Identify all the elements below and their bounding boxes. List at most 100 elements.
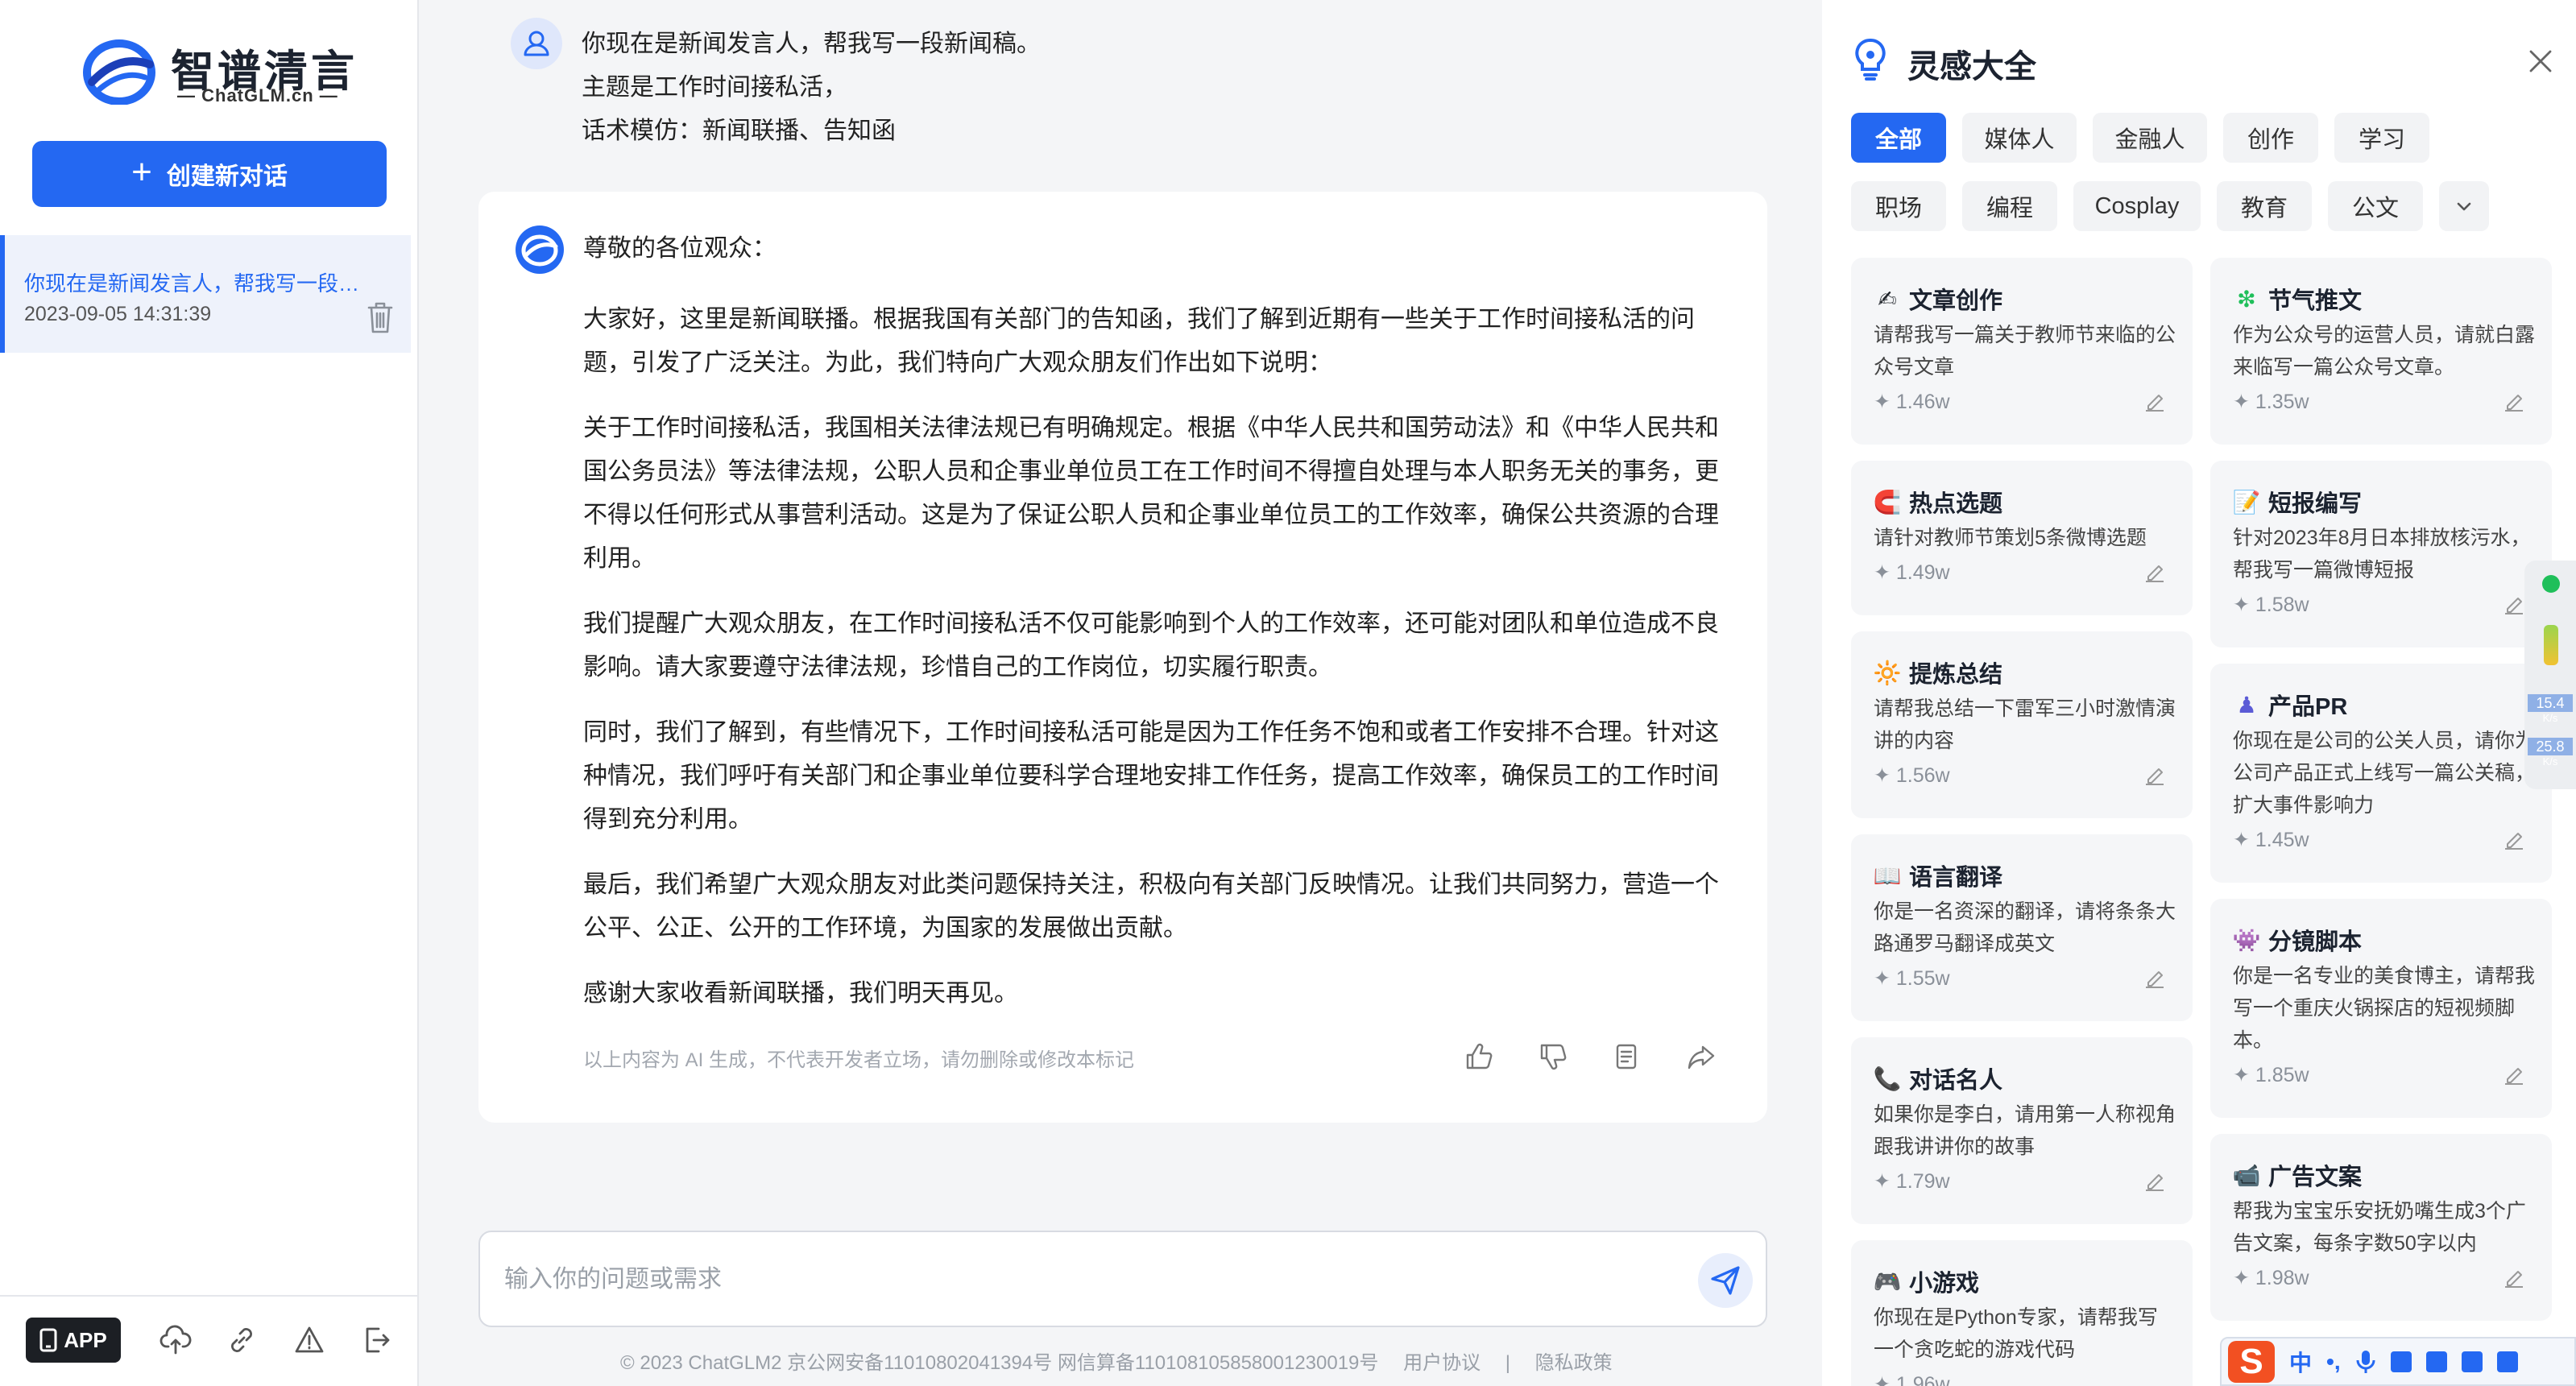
- category-chip-finance[interactable]: 金融人: [2093, 113, 2207, 163]
- card-title: 短报编写: [2268, 491, 2363, 517]
- footer-separator: |: [1505, 1352, 1510, 1374]
- edit-icon[interactable]: [2141, 1168, 2168, 1195]
- answer-text: 尊敬的各位观众： 大家好，这里是新闻联播。根据我国有关部门的告知函，我们了解到近…: [583, 227, 1740, 1037]
- edit-icon[interactable]: [2500, 388, 2528, 416]
- card-title: 热点选题: [1909, 491, 2003, 517]
- close-icon[interactable]: [2524, 45, 2557, 77]
- ai-disclaimer: 以上内容为 AI 生成，不代表开发者立场，请勿删除或修改本标记: [583, 1049, 1135, 1071]
- card-usage-count: ✦ 1.85w: [2233, 1064, 2309, 1086]
- category-chip-official[interactable]: 公文: [2328, 181, 2423, 231]
- prompt-card[interactable]: 📖 语言翻译 你是一名资深的翻译，请将条条大路通罗马翻译成英文 ✦ 1.55w: [1851, 834, 2193, 1021]
- prompt-card[interactable]: 📝 短报编写 针对2023年8月日本排放核污水，帮我写一篇微博短报 ✦ 1.58w: [2210, 461, 2552, 647]
- card-usage-count: ✦ 1.45w: [2233, 829, 2309, 851]
- ime-language[interactable]: 中: [2289, 1346, 2312, 1378]
- new-chat-button[interactable]: + 创建新对话: [32, 141, 387, 207]
- card-title: 广告文案: [2268, 1165, 2363, 1190]
- terms-link[interactable]: 用户协议: [1403, 1352, 1481, 1374]
- edit-icon[interactable]: [2500, 826, 2528, 854]
- conversation-item[interactable]: 你现在是新闻发言人，帮我写一段新闻... 2023-09-05 14:31:39: [0, 235, 411, 353]
- user-avatar: [511, 18, 562, 69]
- send-button[interactable]: [1698, 1253, 1753, 1308]
- link-icon[interactable]: [226, 1324, 258, 1356]
- category-chip-cosplay[interactable]: Cosplay: [2073, 181, 2201, 231]
- edit-icon[interactable]: [2500, 1061, 2528, 1089]
- logo: 智谱清言 — ChatGLM.cn —: [81, 32, 354, 110]
- card-description: 如果你是李白，请用第一人称视角跟我讲讲你的故事: [1874, 1103, 2176, 1158]
- footer-copyright: © 2023 ChatGLM2 京公网安备11010802041394号 网信算…: [620, 1352, 1379, 1374]
- user-message: 你现在是新闻发言人，帮我写一段新闻稿。 主题是工作时间接私活， 话术模仿：新闻联…: [582, 23, 1041, 153]
- assistant-answer-card: 尊敬的各位观众： 大家好，这里是新闻联播。根据我国有关部门的告知函，我们了解到近…: [478, 192, 1767, 1123]
- edit-icon[interactable]: [2500, 591, 2528, 619]
- prompt-card[interactable]: 🔆 提炼总结 请帮我总结一下雷军三小时激情演讲的内容 ✦ 1.56w: [1851, 631, 2193, 818]
- trash-icon[interactable]: [364, 300, 396, 335]
- edit-icon[interactable]: [2141, 388, 2168, 416]
- card-description: 你现在是公司的公关人员，请你为公司产品正式上线写一篇公关稿，扩大事件影响力: [2233, 730, 2536, 817]
- network-speed-widget[interactable]: 15.4 K/s 25.8 K/s: [2524, 561, 2576, 789]
- prompt-card[interactable]: 🎮 小游戏 你现在是Python专家，请帮我写一个贪吃蛇的游戏代码 ✦ 1.96w: [1851, 1240, 2193, 1386]
- copy-icon[interactable]: [1611, 1041, 1643, 1073]
- answer-paragraph: 感谢大家收看新闻联播，我们明天再见。: [583, 980, 1018, 1007]
- share-icon[interactable]: [1685, 1041, 1717, 1073]
- chat-area: 你现在是新闻发言人，帮我写一段新闻稿。 主题是工作时间接私活， 话术模仿：新闻联…: [420, 0, 1822, 1386]
- cloud-upload-icon[interactable]: [159, 1324, 192, 1356]
- privacy-link[interactable]: 隐私政策: [1535, 1352, 1613, 1374]
- warning-icon[interactable]: [293, 1324, 325, 1356]
- speed-bar: [2544, 625, 2558, 665]
- card-usage-count: ✦ 1.46w: [1874, 391, 1950, 413]
- edit-icon[interactable]: [2141, 762, 2168, 789]
- category-chip-all[interactable]: 全部: [1851, 113, 1946, 163]
- card-usage-count: ✦ 1.79w: [1874, 1170, 1950, 1193]
- category-chip-education[interactable]: 教育: [2217, 181, 2312, 231]
- chatglm-logo-icon: [516, 225, 564, 274]
- logout-icon[interactable]: [361, 1324, 393, 1356]
- punctuation-icon[interactable]: •,: [2326, 1349, 2341, 1375]
- category-chip-creation[interactable]: 创作: [2223, 113, 2318, 163]
- microphone-icon[interactable]: [2355, 1349, 2376, 1375]
- category-chip-workplace[interactable]: 职场: [1851, 181, 1946, 231]
- edit-icon[interactable]: [2500, 1264, 2528, 1292]
- prompt-card[interactable]: 👾 分镜脚本 你是一名专业的美食博主，请帮我写一个重庆火锅探店的短视频脚本。 ✦ …: [2210, 899, 2552, 1118]
- category-chip-media[interactable]: 媒体人: [1962, 113, 2077, 163]
- more-categories-button[interactable]: [2439, 181, 2489, 231]
- answer-paragraph: 同时，我们了解到，有些情况下，工作时间接私活可能是因为工作任务不饱和或者工作安排…: [583, 719, 1719, 833]
- app-button-label: APP: [64, 1327, 107, 1352]
- panel-title: 灵感大全: [1907, 49, 2036, 85]
- skin-icon[interactable]: [2425, 1351, 2447, 1372]
- chat-input[interactable]: [504, 1256, 1632, 1303]
- upload-speed-unit: K/s: [2542, 712, 2558, 724]
- sun-icon: 🔆: [1873, 660, 1902, 685]
- thumbs-up-icon[interactable]: [1463, 1041, 1495, 1073]
- sidebar: 智谱清言 — ChatGLM.cn — + 创建新对话 你现在是新闻发言人，帮我…: [0, 0, 419, 1386]
- card-title: 分镜脚本: [2268, 929, 2363, 955]
- card-usage-count: ✦ 1.58w: [2233, 594, 2309, 616]
- chess-pawn-icon: ♟: [2236, 692, 2257, 718]
- answer-paragraph: 我们提醒广大观众朋友，在工作时间接私活不仅可能影响到个人的工作效率，还可能对团队…: [583, 610, 1719, 681]
- prompt-card[interactable]: 🧲 热点选题 请针对教师节策划5条微博选题 ✦ 1.49w: [1851, 461, 2193, 615]
- gamepad-icon: 🎮: [1873, 1268, 1902, 1294]
- settings-icon[interactable]: [2496, 1351, 2518, 1372]
- thumbs-down-icon[interactable]: [1537, 1041, 1569, 1073]
- prompt-card[interactable]: ✍ 文章创作 请帮我写一篇关于教师节来临的公众号文章 ✦ 1.46w: [1851, 258, 2193, 445]
- edit-icon[interactable]: [2141, 559, 2168, 586]
- edit-icon[interactable]: [2141, 965, 2168, 992]
- prompt-card[interactable]: 📹 广告文案 帮我为宝宝乐安抚奶嘴生成3个广告文案，每条字数50字以内 ✦ 1.9…: [2210, 1134, 2552, 1321]
- card-description: 请帮我写一篇关于教师节来临的公众号文章: [1874, 324, 2176, 379]
- toolbox-icon[interactable]: [2461, 1351, 2483, 1372]
- app-window: 智谱清言 — ChatGLM.cn — + 创建新对话 你现在是新闻发言人，帮我…: [0, 0, 2576, 1386]
- card-description: 你现在是Python专家，请帮我写一个贪吃蛇的游戏代码: [1874, 1306, 2158, 1361]
- prompt-card[interactable]: ❇ 节气推文 作为公众号的运营人员，请就白露来临写一篇公众号文章。 ✦ 1.35w: [2210, 258, 2552, 445]
- category-chip-coding[interactable]: 编程: [1962, 181, 2057, 231]
- ime-toolbar[interactable]: S 中 •,: [2220, 1337, 2576, 1386]
- card-title: 产品PR: [2268, 694, 2348, 720]
- prompt-card[interactable]: 📞 对话名人 如果你是李白，请用第一人称视角跟我讲讲你的故事 ✦ 1.79w: [1851, 1037, 2193, 1224]
- card-usage-count: ✦ 1.55w: [1874, 967, 1950, 990]
- keyboard-icon[interactable]: [2390, 1351, 2412, 1372]
- logo-icon: [83, 39, 155, 105]
- sidebar-bottom-bar: APP: [0, 1295, 419, 1386]
- card-title: 文章创作: [1909, 288, 2003, 314]
- app-download-button[interactable]: APP: [26, 1318, 121, 1363]
- prompt-card[interactable]: ♟ 产品PR 你现在是公司的公关人员，请你为公司产品正式上线写一篇公关稿，扩大事件…: [2210, 664, 2552, 883]
- category-chip-learning[interactable]: 学习: [2334, 113, 2429, 163]
- user-message-line: 话术模仿：新闻联播、告知函: [582, 118, 896, 144]
- lightbulb-icon: [1855, 39, 1886, 81]
